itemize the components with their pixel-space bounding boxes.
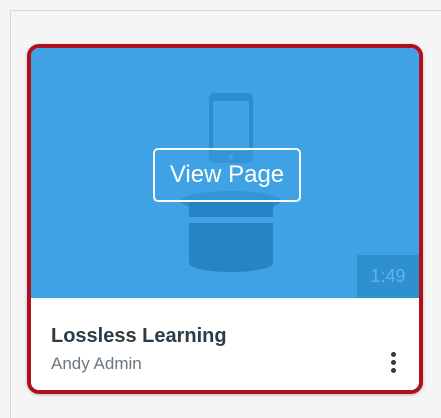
media-card[interactable]: View Page 1:49 Lossless Learning Andy Ad…: [27, 44, 423, 394]
page: View Page 1:49 Lossless Learning Andy Ad…: [0, 0, 441, 418]
card-title[interactable]: Lossless Learning: [51, 325, 227, 348]
view-page-button[interactable]: View Page: [153, 148, 301, 202]
card-info: Lossless Learning Andy Admin: [31, 298, 419, 390]
card-thumbnail[interactable]: View Page 1:49: [31, 48, 419, 298]
more-vertical-icon[interactable]: [385, 352, 401, 378]
card-author: Andy Admin: [51, 354, 142, 373]
duration-badge: 1:49: [357, 255, 419, 298]
